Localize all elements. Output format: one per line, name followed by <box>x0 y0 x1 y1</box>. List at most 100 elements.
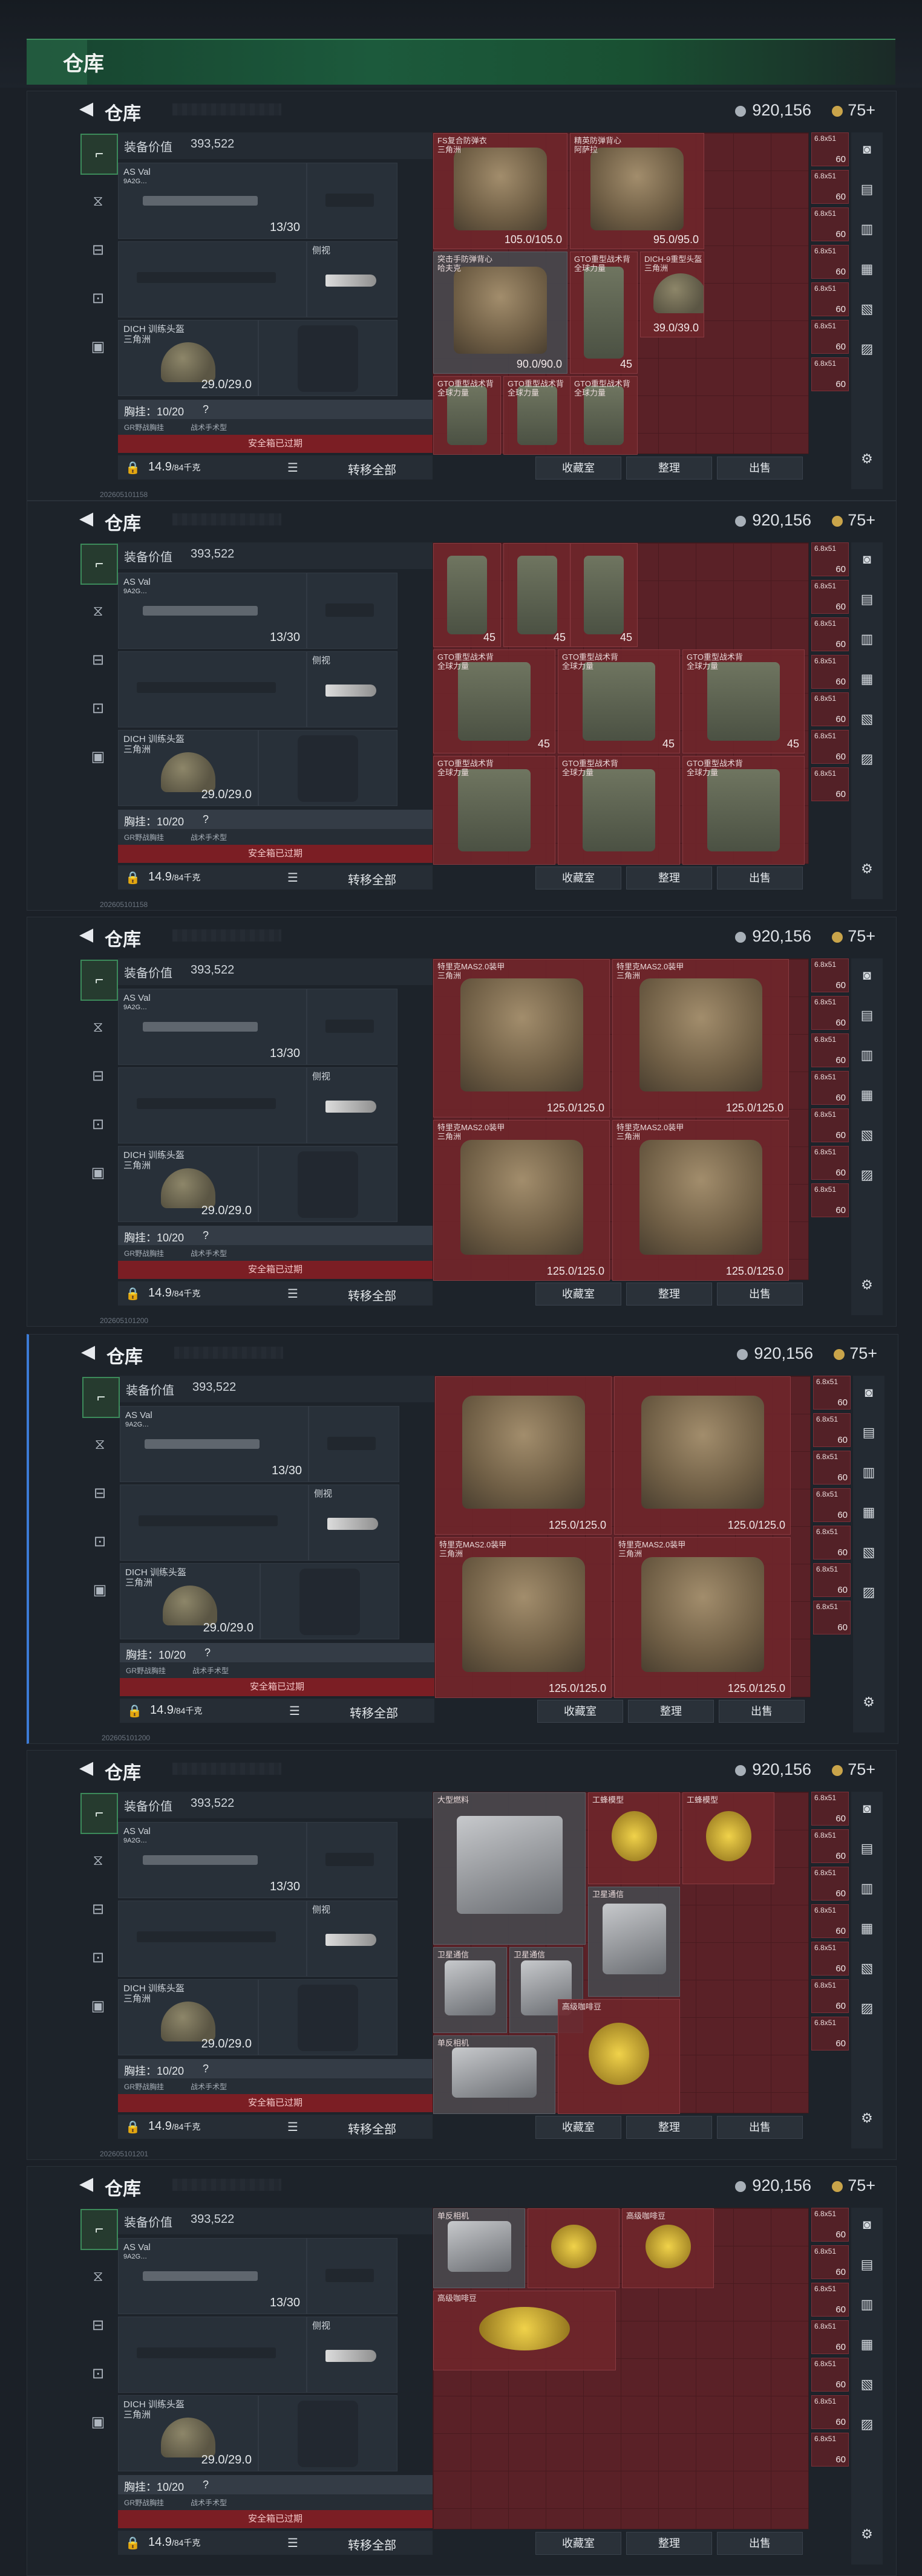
stash-item[interactable]: GTO重型战术背 全球力量 <box>433 756 555 865</box>
back-arrow-icon[interactable]: ◀ <box>81 1343 99 1361</box>
ammo-stack[interactable]: 6.8x51 60 <box>811 617 849 651</box>
armor-slot[interactable] <box>260 1563 399 1639</box>
helmet-slot[interactable]: DICH 训练头盔 三角洲 29.0/29.0 <box>118 1979 258 2055</box>
stash-item[interactable]: GTO重型战术背 全球力量 <box>558 756 680 865</box>
nav-item[interactable]: ▣ <box>80 327 116 366</box>
secondary-weapon-slot[interactable] <box>118 241 307 317</box>
primary-weapon-slot[interactable]: AS Val 9A2G… 13/30 <box>118 989 307 1065</box>
pistol-slot[interactable] <box>307 1822 397 1898</box>
ammo-stack[interactable]: 6.8x51 60 <box>811 996 849 1030</box>
ammo-stack[interactable]: 6.8x51 60 <box>811 282 849 316</box>
nav-item[interactable]: ⧖ <box>80 1008 116 1047</box>
lock-icon[interactable]: 🔒 <box>125 2535 140 2551</box>
stash-item[interactable]: 特里克MAS2.0装甲 三角洲 125.0/125.0 <box>614 1537 791 1698</box>
chest-rig-bar[interactable]: 胸挂：10/20? <box>118 810 433 829</box>
pistol-slot[interactable] <box>309 1406 399 1482</box>
category-icon[interactable]: ▧ <box>855 707 879 731</box>
ammo-stack[interactable]: 6.8x51 60 <box>811 2358 849 2392</box>
stash-item[interactable] <box>528 2208 620 2288</box>
ammo-stack[interactable]: 6.8x51 60 <box>811 2433 849 2467</box>
sell-button[interactable]: 出售 <box>719 1700 805 1723</box>
stash-item[interactable]: 卫星通信 <box>433 1947 507 2033</box>
chest-rig-bar[interactable]: 胸挂：10/20? <box>118 1226 433 1245</box>
settings-gear-icon[interactable]: ⚙ <box>855 2106 879 2130</box>
nav-item[interactable]: ⊡ <box>80 1938 116 1977</box>
stash-item[interactable]: 单反相机 <box>433 2035 555 2114</box>
ammo-stack[interactable]: 6.8x51 60 <box>811 1146 849 1180</box>
ammo-stack[interactable]: 6.8x51 60 <box>813 1563 851 1597</box>
melee-slot[interactable]: 侧视 <box>309 1485 399 1561</box>
ammo-stack[interactable]: 6.8x51 60 <box>811 730 849 764</box>
store-button[interactable]: 收藏室 <box>535 2116 621 2139</box>
stash-item[interactable]: GTO重型战术背 全球力量 45 <box>558 649 680 753</box>
category-icon[interactable]: ◙ <box>855 1797 879 1821</box>
category-icon[interactable]: ◙ <box>855 2213 879 2237</box>
nav-item[interactable]: ⊟ <box>80 1056 116 1095</box>
nav-item[interactable]: ⌐ <box>80 2209 118 2250</box>
armor-slot[interactable] <box>258 1146 397 1222</box>
nav-item[interactable]: ⌐ <box>80 134 118 175</box>
melee-slot[interactable]: 侧视 <box>307 2317 397 2393</box>
ammo-stack[interactable]: 6.8x51 60 <box>813 1376 851 1410</box>
ammo-stack[interactable]: 6.8x51 60 <box>811 1792 849 1826</box>
ammo-stack[interactable]: 6.8x51 60 <box>811 2208 849 2242</box>
store-button[interactable]: 收藏室 <box>537 1700 623 1723</box>
stash-item[interactable]: GTO重型战术背 全球力量 45 <box>433 649 555 753</box>
stash-item[interactable]: 大型燃料 <box>433 1792 586 1945</box>
stash-item[interactable]: 45 <box>433 543 501 647</box>
back-arrow-icon[interactable]: ◀ <box>79 1759 97 1777</box>
stash-item[interactable]: 特里克MAS2.0装甲 三角洲 125.0/125.0 <box>435 1537 612 1698</box>
nav-item[interactable]: ▣ <box>80 737 116 776</box>
nav-item[interactable]: ⌐ <box>80 544 118 585</box>
helmet-slot[interactable]: DICH 训练头盔 三角洲 29.0/29.0 <box>118 730 258 806</box>
stash-item[interactable]: DICH-9重型头盔 三角洲 39.0/39.0 <box>640 252 704 337</box>
ammo-stack[interactable]: 6.8x51 60 <box>811 245 849 279</box>
secondary-weapon-slot[interactable] <box>118 651 307 727</box>
ammo-stack[interactable]: 6.8x51 60 <box>811 1071 849 1105</box>
nav-item[interactable]: ⧖ <box>80 2257 116 2296</box>
category-icon[interactable]: ▥ <box>855 627 879 651</box>
back-arrow-icon[interactable]: ◀ <box>79 2175 97 2193</box>
lock-icon[interactable]: 🔒 <box>125 1286 140 1301</box>
transfer-all-button[interactable]: 转移全部 <box>348 2119 396 2137</box>
ammo-stack[interactable]: 6.8x51 60 <box>811 692 849 726</box>
nav-item[interactable]: ⊡ <box>80 1105 116 1143</box>
secure-case-warning[interactable]: 安全箱已过期 <box>118 845 433 863</box>
category-icon[interactable]: ◙ <box>857 1381 881 1405</box>
sell-button[interactable]: 出售 <box>717 2116 803 2139</box>
sell-button[interactable]: 出售 <box>717 2532 803 2555</box>
stash-item[interactable]: 工蜂模型 <box>588 1792 680 1884</box>
store-button[interactable]: 收藏室 <box>535 2532 621 2555</box>
chest-rig-bar[interactable]: 胸挂：10/20? <box>118 400 433 419</box>
melee-slot[interactable]: 侧视 <box>307 241 397 317</box>
lock-icon[interactable]: 🔒 <box>125 870 140 885</box>
armor-slot[interactable] <box>258 730 397 806</box>
transfer-all-button[interactable]: 转移全部 <box>348 1286 396 1304</box>
stash-item[interactable]: 精英防弹背心 阿萨拉 95.0/95.0 <box>570 133 704 249</box>
ammo-stack[interactable]: 6.8x51 60 <box>813 1488 851 1522</box>
back-arrow-icon[interactable]: ◀ <box>79 510 97 528</box>
category-icon[interactable]: ▨ <box>855 2412 879 2436</box>
chest-rig-bar[interactable]: 胸挂：10/20? <box>118 2059 433 2078</box>
stash-item[interactable]: GTO重型战术背 全球力量 <box>433 376 501 455</box>
stash-item[interactable]: 特里克MAS2.0装甲 三角洲 125.0/125.0 <box>433 959 610 1117</box>
settings-gear-icon[interactable]: ⚙ <box>855 1273 879 1297</box>
store-button[interactable]: 收藏室 <box>535 1283 621 1306</box>
secure-case-warning[interactable]: 安全箱已过期 <box>118 2510 433 2528</box>
chest-rig-bar[interactable]: 胸挂：10/20? <box>120 1643 434 1662</box>
secondary-weapon-slot[interactable] <box>118 1901 307 1977</box>
melee-slot[interactable]: 侧视 <box>307 651 397 727</box>
ammo-stack[interactable]: 6.8x51 60 <box>811 170 849 204</box>
category-icon[interactable]: ▧ <box>855 2372 879 2396</box>
ammo-stack[interactable]: 6.8x51 60 <box>811 2395 849 2429</box>
category-icon[interactable]: ▧ <box>855 1123 879 1147</box>
category-icon[interactable]: ▨ <box>855 747 879 771</box>
ammo-stack[interactable]: 6.8x51 60 <box>811 2283 849 2317</box>
category-icon[interactable]: ◙ <box>855 963 879 987</box>
nav-item[interactable]: ⊡ <box>80 279 116 317</box>
nav-item[interactable]: ▣ <box>80 1153 116 1192</box>
category-icon[interactable]: ◙ <box>855 137 879 161</box>
chest-rig-bar[interactable]: 胸挂：10/20? <box>118 2475 433 2494</box>
settings-gear-icon[interactable]: ⚙ <box>857 1690 881 1714</box>
primary-weapon-slot[interactable]: AS Val 9A2G… 13/30 <box>118 2238 307 2314</box>
